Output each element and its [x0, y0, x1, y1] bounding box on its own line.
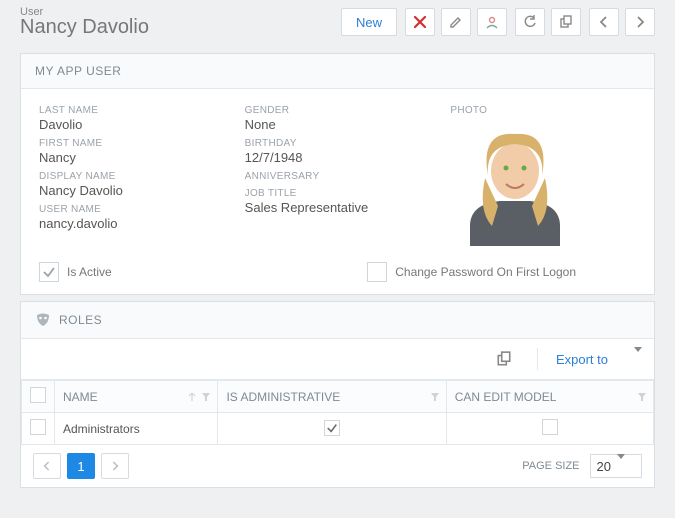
- user-name-value: nancy.davolio: [39, 216, 225, 231]
- pager-next-button[interactable]: [101, 453, 129, 479]
- cell-is-admin: [218, 413, 446, 445]
- job-title-label: JOB TITLE: [245, 188, 431, 199]
- chevron-right-icon: [635, 16, 645, 28]
- can-edit-checkbox[interactable]: [542, 419, 558, 435]
- display-name-label: DISPLAY NAME: [39, 171, 225, 182]
- last-name-label: LAST NAME: [39, 105, 225, 116]
- permissions-button[interactable]: [477, 8, 507, 36]
- column-header-name[interactable]: NAME: [55, 381, 218, 413]
- export-dropdown[interactable]: Export to: [556, 352, 642, 367]
- copy-icon: [496, 351, 512, 367]
- chevron-down-icon: [628, 352, 642, 367]
- page-size-label: PAGE SIZE: [522, 460, 579, 472]
- is-active-checkbox[interactable]: [39, 262, 59, 282]
- column-header-is-admin[interactable]: IS ADMINISTRATIVE: [218, 381, 446, 413]
- change-password-label: Change Password On First Logon: [395, 265, 576, 279]
- is-admin-checkbox[interactable]: [324, 420, 340, 436]
- page-title: Nancy Davolio: [20, 16, 341, 39]
- page-size-select[interactable]: 20: [590, 454, 642, 478]
- roles-panel-title: ROLES: [59, 313, 102, 327]
- copy-icon: [559, 15, 573, 29]
- row-select-checkbox[interactable]: [30, 419, 46, 435]
- user-icon: [485, 15, 499, 29]
- birthday-value: 12/7/1948: [245, 150, 431, 165]
- cell-name: Administrators: [55, 413, 218, 445]
- filter-icon: [201, 392, 211, 402]
- filter-icon: [637, 392, 647, 402]
- filter-icon: [430, 392, 440, 402]
- roles-clone-button[interactable]: [489, 345, 519, 373]
- mask-icon: [35, 312, 51, 328]
- check-icon: [42, 265, 56, 279]
- is-active-label: Is Active: [67, 265, 112, 279]
- anniversary-label: ANNIVERSARY: [245, 171, 431, 182]
- job-title-value: Sales Representative: [245, 200, 431, 215]
- birthday-label: BIRTHDAY: [245, 138, 431, 149]
- change-password-checkbox[interactable]: [367, 262, 387, 282]
- chevron-left-icon: [43, 461, 51, 471]
- select-all-checkbox[interactable]: [30, 387, 46, 403]
- prev-record-button[interactable]: [589, 8, 619, 36]
- table-row[interactable]: Administrators: [22, 413, 654, 445]
- new-button[interactable]: New: [341, 8, 397, 36]
- pencil-icon: [449, 15, 463, 29]
- roles-panel: ROLES Export to NAME IS ADM: [20, 301, 655, 488]
- user-panel-title: MY APP USER: [21, 54, 654, 89]
- column-header-can-edit[interactable]: CAN EDIT MODEL: [446, 381, 653, 413]
- user-name-label: USER NAME: [39, 204, 225, 215]
- first-name-label: FIRST NAME: [39, 138, 225, 149]
- close-icon: [413, 15, 427, 29]
- next-record-button[interactable]: [625, 8, 655, 36]
- edit-button[interactable]: [441, 8, 471, 36]
- user-photo: [450, 116, 580, 246]
- display-name-value: Nancy Davolio: [39, 183, 225, 198]
- sort-icon: [187, 392, 197, 402]
- clone-button[interactable]: [551, 8, 581, 36]
- chevron-down-icon: [611, 459, 625, 474]
- refresh-icon: [523, 15, 537, 29]
- gender-value: None: [245, 117, 431, 132]
- roles-table: NAME IS ADMINISTRATIVE CAN EDIT MODEL: [21, 380, 654, 445]
- chevron-left-icon: [599, 16, 609, 28]
- last-name-value: Davolio: [39, 117, 225, 132]
- chevron-right-icon: [111, 461, 119, 471]
- refresh-button[interactable]: [515, 8, 545, 36]
- pager-prev-button[interactable]: [33, 453, 61, 479]
- photo-label: PHOTO: [450, 105, 636, 116]
- delete-button[interactable]: [405, 8, 435, 36]
- first-name-value: Nancy: [39, 150, 225, 165]
- check-icon: [326, 422, 338, 434]
- pager-page-1[interactable]: 1: [67, 453, 95, 479]
- user-details-panel: MY APP USER LAST NAME Davolio FIRST NAME…: [20, 53, 655, 295]
- gender-label: GENDER: [245, 105, 431, 116]
- cell-can-edit: [446, 413, 653, 445]
